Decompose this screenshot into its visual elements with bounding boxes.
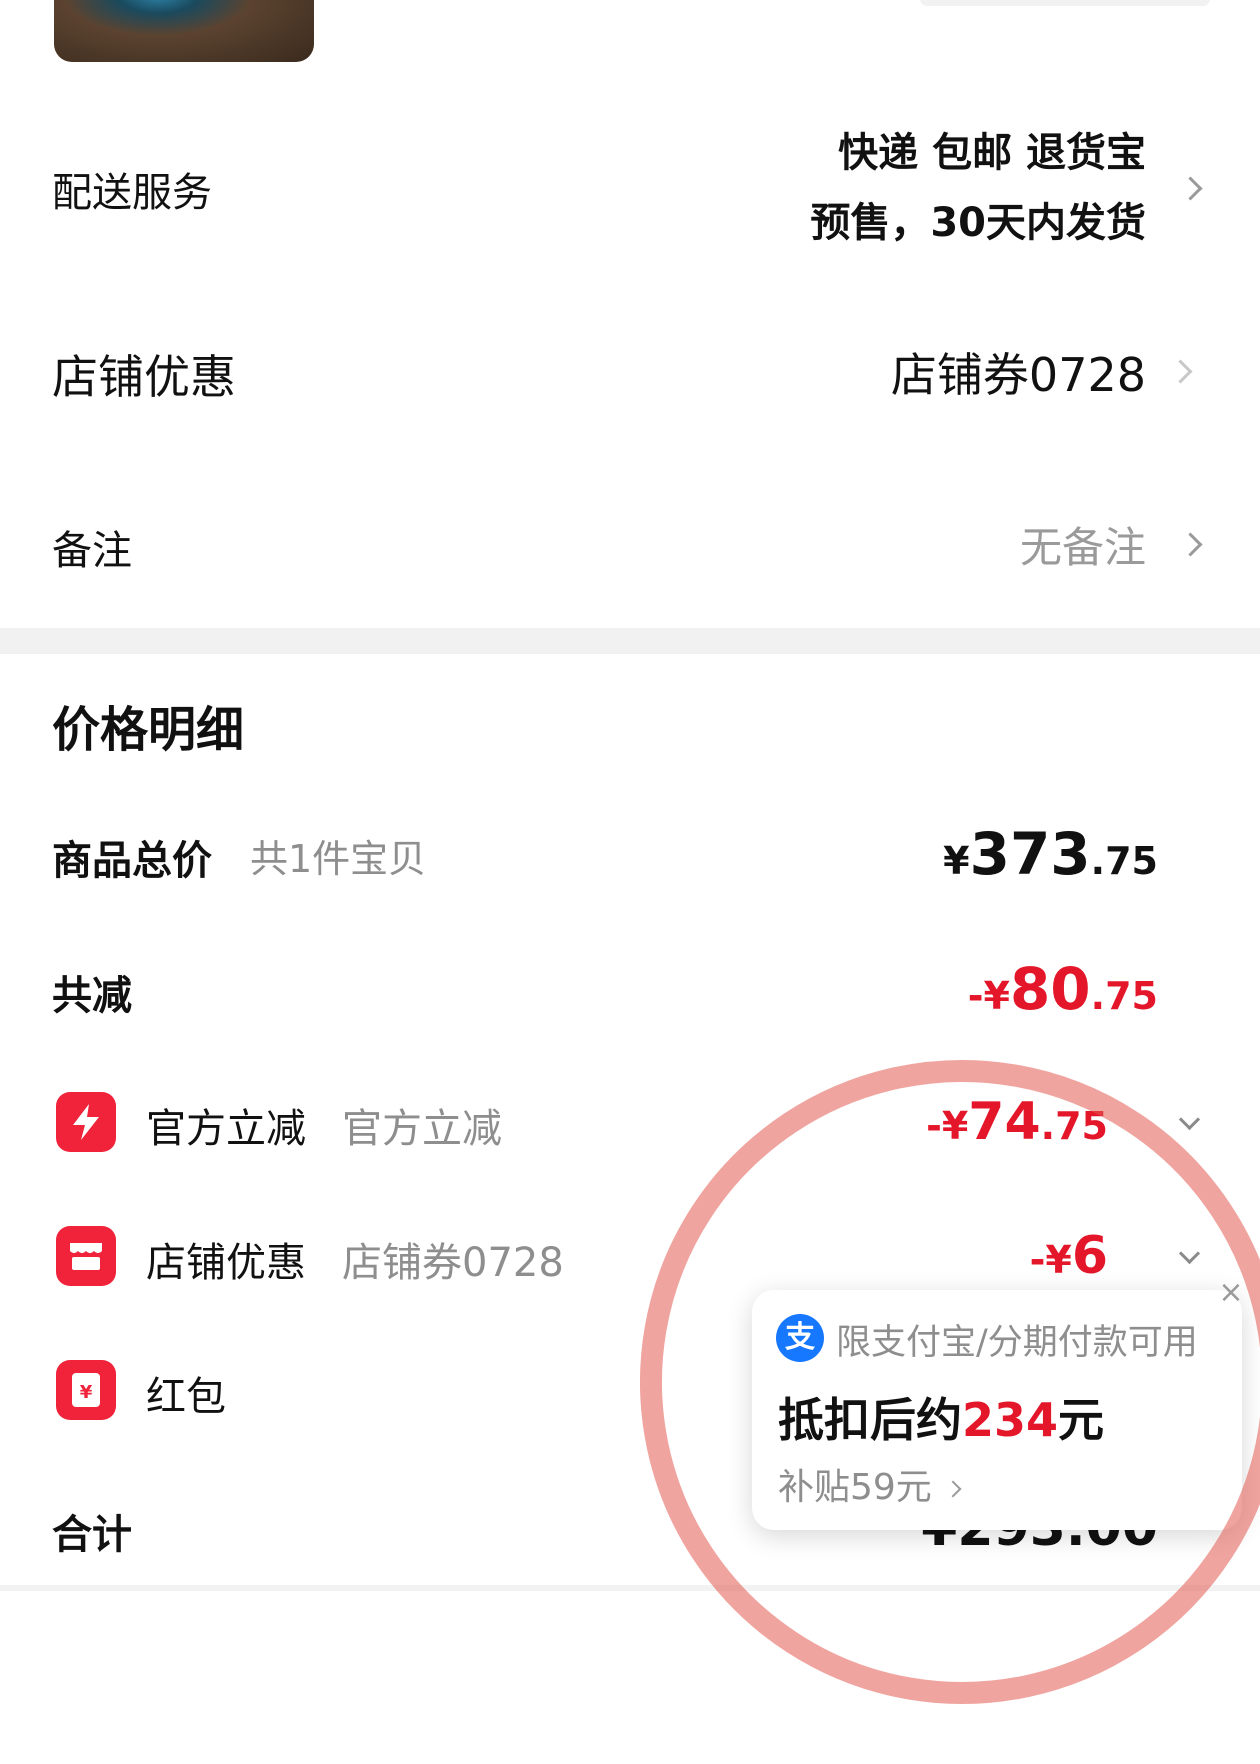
- official-reduction-price: -¥74.75: [926, 1092, 1108, 1152]
- currency-symbol: ¥: [943, 839, 970, 883]
- goods-total-label: 商品总价: [52, 838, 212, 884]
- price-prefix: -¥: [1029, 1238, 1072, 1282]
- subsidy-text: 补贴59元: [778, 1467, 932, 1508]
- chevron-right-icon: [944, 1480, 962, 1498]
- official-reduction-row[interactable]: 官方立减 官方立减 -¥74.75: [0, 1088, 1260, 1158]
- alipay-tooltip[interactable]: 支 限支付宝/分期付款可用 抵扣后约234元 补贴59元: [752, 1290, 1242, 1530]
- official-reduction-sub: 官方立减: [342, 1106, 502, 1152]
- bottom-divider: [0, 1585, 1260, 1591]
- chevron-right-icon: [1178, 532, 1203, 557]
- shop-coupon-price: -¥6: [1030, 1226, 1108, 1286]
- chevron-down-icon[interactable]: [1178, 1108, 1201, 1131]
- deduct-amount: 234: [962, 1393, 1059, 1447]
- section-divider: [0, 628, 1260, 654]
- price-decimal: .75: [1040, 1104, 1108, 1148]
- shop-coupon-row[interactable]: 店铺优惠 店铺券0728 -¥6: [0, 1222, 1260, 1292]
- red-packet-row[interactable]: ¥ 红包: [0, 1356, 700, 1426]
- delivery-label: 配送服务: [52, 170, 212, 216]
- goods-total-row: 商品总价 共1件宝贝 ¥373.75: [0, 820, 1260, 890]
- chevron-down-icon[interactable]: [1178, 1242, 1201, 1265]
- alipay-icon: 支: [776, 1314, 824, 1362]
- price-prefix: -¥: [926, 1104, 969, 1148]
- alipay-tooltip-main: 抵扣后约234元: [778, 1384, 1104, 1450]
- product-thumbnail: [54, 0, 314, 62]
- price-prefix: -¥: [967, 974, 1010, 1018]
- total-label: 合计: [52, 1512, 132, 1558]
- svg-text:¥: ¥: [80, 1382, 93, 1403]
- goods-total-count: 共1件宝贝: [250, 837, 427, 881]
- close-icon[interactable]: ×: [1216, 1278, 1246, 1308]
- price-integer: 80: [1009, 955, 1091, 1023]
- red-packet-label: 红包: [146, 1374, 226, 1420]
- remark-label: 备注: [52, 528, 132, 574]
- price-decimal: .75: [1090, 974, 1158, 1018]
- shop-coupon-sub: 店铺券0728: [342, 1240, 564, 1286]
- subsidy-link[interactable]: 补贴59元: [778, 1458, 962, 1510]
- shop-coupon-label: 店铺优惠: [146, 1240, 306, 1286]
- shop-discount-row[interactable]: 店铺优惠 店铺券0728: [0, 335, 1260, 405]
- price-decimal: .75: [1090, 839, 1158, 883]
- deduct-prefix: 抵扣后约: [778, 1393, 962, 1447]
- deduct-suffix: 元: [1058, 1393, 1105, 1447]
- red-packet-icon: ¥: [56, 1360, 116, 1420]
- price-detail-title: 价格明细: [52, 702, 245, 758]
- official-reduction-label: 官方立减: [146, 1106, 306, 1152]
- top-pill-remnant: [920, 0, 1210, 6]
- shop-icon: [56, 1226, 116, 1286]
- shop-discount-label: 店铺优惠: [52, 350, 236, 404]
- total-reduction-label: 共减: [52, 973, 132, 1019]
- remark-row[interactable]: 备注 无备注: [0, 510, 1260, 580]
- lightning-icon: [56, 1092, 116, 1152]
- remark-value: 无备注: [1019, 523, 1146, 572]
- delivery-row[interactable]: 配送服务 快递 包邮 退货宝 预售，30天内发货: [0, 120, 1260, 270]
- price-integer: 6: [1071, 1226, 1108, 1286]
- total-reduction-price: -¥80.75: [968, 955, 1158, 1023]
- total-reduction-row: 共减 -¥80.75: [0, 955, 1260, 1025]
- delivery-line2: 预售，30天内发货: [810, 200, 1146, 246]
- shop-discount-value: 店铺券0728: [890, 348, 1146, 402]
- chevron-right-icon: [1178, 176, 1203, 201]
- chevron-right-icon: [1168, 359, 1193, 384]
- alipay-tooltip-title: 限支付宝/分期付款可用: [836, 1323, 1198, 1363]
- price-integer: 373: [969, 820, 1091, 888]
- delivery-line1: 快递 包邮 退货宝: [838, 130, 1146, 176]
- goods-total-price: ¥373.75: [943, 820, 1158, 888]
- price-integer: 74: [968, 1092, 1041, 1152]
